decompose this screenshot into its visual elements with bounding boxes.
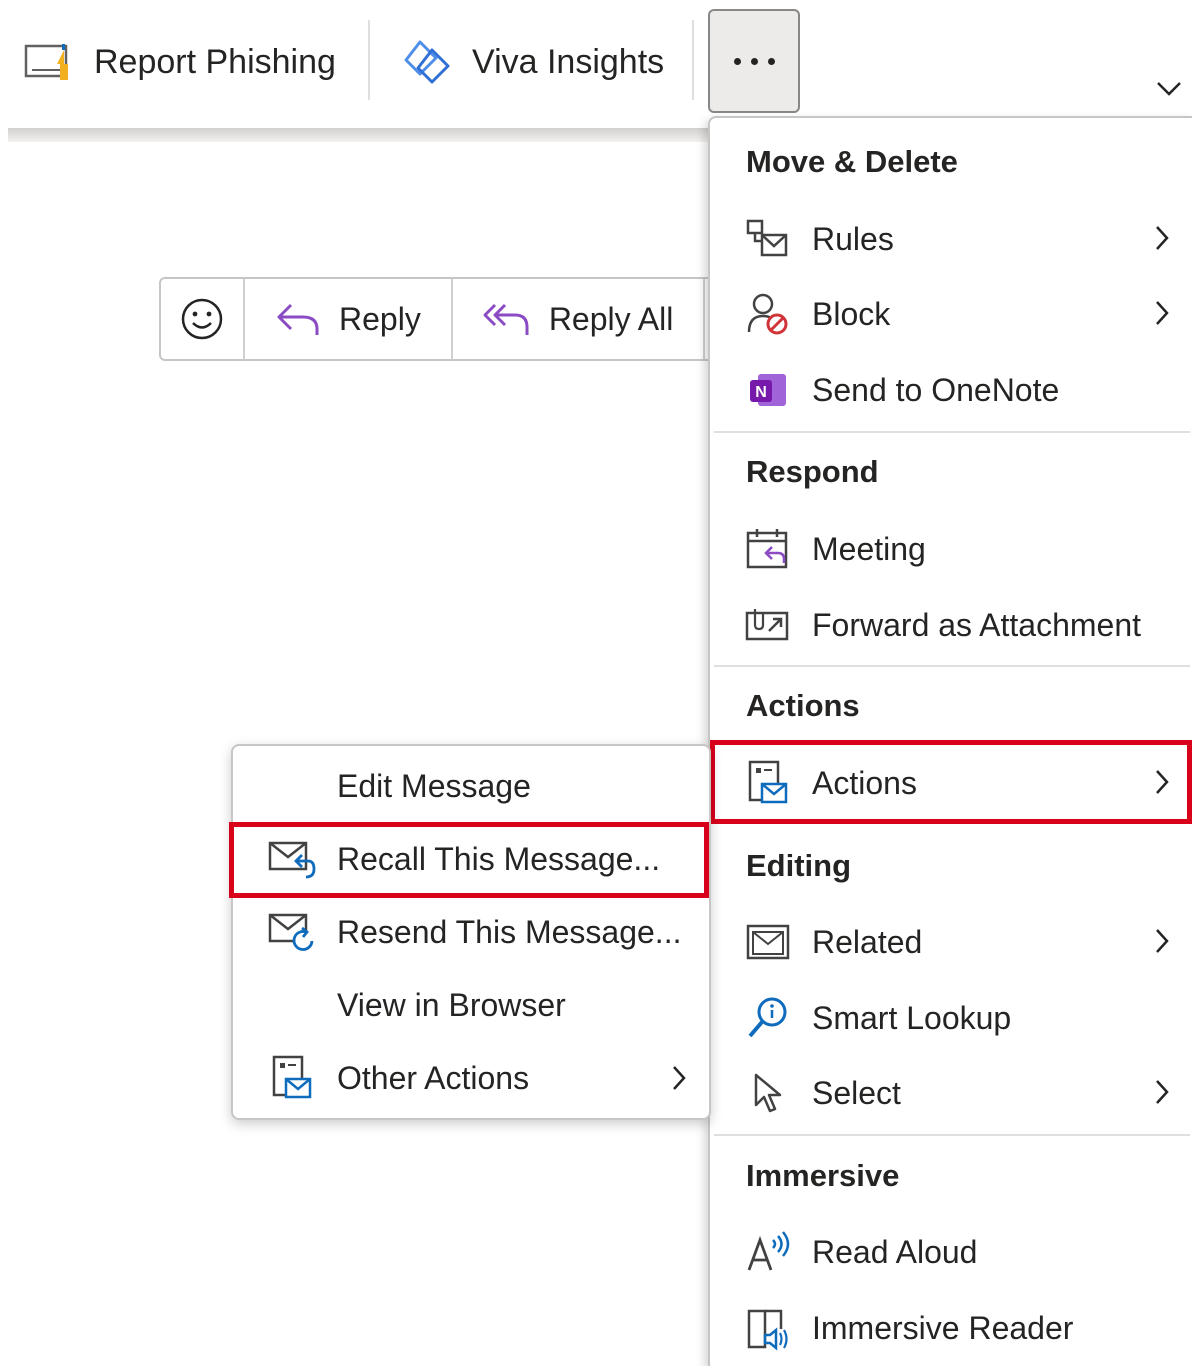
submenu-item-edit-message[interactable]: Edit Message: [237, 750, 707, 822]
report-phishing-button[interactable]: Report Phishing: [24, 40, 336, 84]
recall-message-label: Recall This Message...: [337, 840, 661, 877]
meeting-reply-icon: [744, 525, 792, 573]
menu-divider: [714, 431, 1190, 433]
section-move-delete: Move & Delete: [746, 144, 958, 179]
block-user-icon: [744, 290, 792, 338]
other-actions-icon: [267, 1054, 317, 1102]
actions-submenu: Edit Message Recall This Message... Rese…: [231, 744, 711, 1120]
menu-item-select[interactable]: Select: [714, 1056, 1190, 1130]
smart-lookup-icon: [744, 994, 792, 1042]
reply-all-button[interactable]: Reply All: [453, 279, 706, 359]
menu-item-immersive-reader[interactable]: Immersive Reader: [714, 1291, 1190, 1365]
section-respond: Respond: [746, 454, 879, 489]
ellipsis-dot: [750, 57, 758, 65]
related-label: Related: [812, 923, 923, 960]
ribbon-collapse-chevron-icon[interactable]: [1156, 80, 1182, 98]
submenu-item-resend-message[interactable]: Resend This Message...: [237, 896, 707, 968]
chevron-right-icon: [1154, 927, 1170, 955]
ribbon-bottom-border: [8, 128, 708, 142]
section-immersive: Immersive: [746, 1158, 900, 1193]
menu-divider: [714, 1134, 1190, 1136]
submenu-item-recall-message[interactable]: Recall This Message...: [237, 823, 707, 895]
ellipsis-dot: [733, 57, 741, 65]
resend-message-label: Resend This Message...: [337, 913, 682, 950]
section-actions: Actions: [746, 688, 860, 723]
reply-arrow-icon: [275, 299, 321, 339]
immersive-reader-icon: [744, 1304, 792, 1352]
chevron-right-icon: [671, 1064, 687, 1092]
emoji-button[interactable]: [161, 279, 245, 359]
actions-icon: [744, 759, 792, 807]
reply-toolbar: Reply Reply All: [159, 277, 719, 361]
submenu-item-other-actions[interactable]: Other Actions: [237, 1042, 707, 1114]
menu-divider: [714, 665, 1190, 667]
select-label: Select: [812, 1074, 901, 1111]
read-aloud-icon: [744, 1228, 792, 1276]
ribbon-divider: [368, 20, 370, 100]
menu-item-smart-lookup[interactable]: Smart Lookup: [714, 981, 1190, 1055]
chevron-right-icon: [1154, 299, 1170, 327]
resend-message-icon: [267, 908, 317, 956]
view-in-browser-label: View in Browser: [337, 986, 566, 1023]
onenote-icon: N: [744, 366, 792, 414]
rules-label: Rules: [812, 220, 894, 257]
chevron-right-icon: [1154, 1078, 1170, 1106]
smiley-icon: [179, 296, 225, 342]
forward-attachment-icon: [744, 601, 792, 649]
ribbon-divider: [692, 20, 694, 100]
reply-button[interactable]: Reply: [245, 279, 453, 359]
forward-as-attachment-label: Forward as Attachment: [812, 606, 1142, 643]
submenu-item-view-in-browser[interactable]: View in Browser: [237, 969, 707, 1041]
ellipsis-dot: [767, 57, 775, 65]
report-phishing-label: Report Phishing: [94, 42, 336, 81]
viva-insights-button[interactable]: Viva Insights: [402, 38, 664, 86]
section-editing: Editing: [746, 848, 852, 883]
report-phishing-icon: [24, 40, 76, 84]
other-actions-label: Other Actions: [337, 1059, 530, 1096]
smart-lookup-label: Smart Lookup: [812, 999, 1012, 1036]
actions-label: Actions: [812, 764, 917, 801]
send-to-onenote-label: Send to OneNote: [812, 371, 1060, 408]
reply-all-arrow-icon: [483, 299, 531, 339]
more-options-button[interactable]: [708, 9, 800, 113]
reply-label: Reply: [339, 300, 421, 337]
chevron-right-icon: [1154, 768, 1170, 796]
menu-item-meeting[interactable]: Meeting: [714, 512, 1190, 586]
menu-item-block[interactable]: Block: [714, 277, 1190, 351]
related-mail-icon: [744, 918, 792, 966]
menu-item-actions[interactable]: Actions: [714, 746, 1190, 820]
cursor-arrow-icon: [744, 1069, 792, 1117]
menu-item-forward-as-attachment[interactable]: Forward as Attachment: [714, 588, 1190, 662]
reply-all-label: Reply All: [548, 300, 674, 337]
menu-item-rules[interactable]: Rules: [714, 202, 1190, 276]
meeting-label: Meeting: [812, 530, 926, 567]
immersive-reader-label: Immersive Reader: [812, 1309, 1074, 1346]
viva-insights-icon: [402, 38, 454, 86]
edit-message-label: Edit Message: [337, 767, 531, 804]
menu-item-related[interactable]: Related: [714, 905, 1190, 979]
block-label: Block: [812, 295, 891, 332]
menu-item-read-aloud[interactable]: Read Aloud: [714, 1215, 1190, 1289]
viva-insights-label: Viva Insights: [472, 42, 665, 81]
svg-text:N: N: [755, 384, 767, 401]
more-options-menu: Move & Delete Rules Block N Send to OneN…: [708, 116, 1192, 1366]
read-aloud-label: Read Aloud: [812, 1233, 978, 1270]
menu-item-send-to-onenote[interactable]: N Send to OneNote: [714, 353, 1190, 427]
recall-message-icon: [267, 835, 317, 883]
rules-icon: [744, 215, 792, 263]
chevron-right-icon: [1154, 224, 1170, 252]
